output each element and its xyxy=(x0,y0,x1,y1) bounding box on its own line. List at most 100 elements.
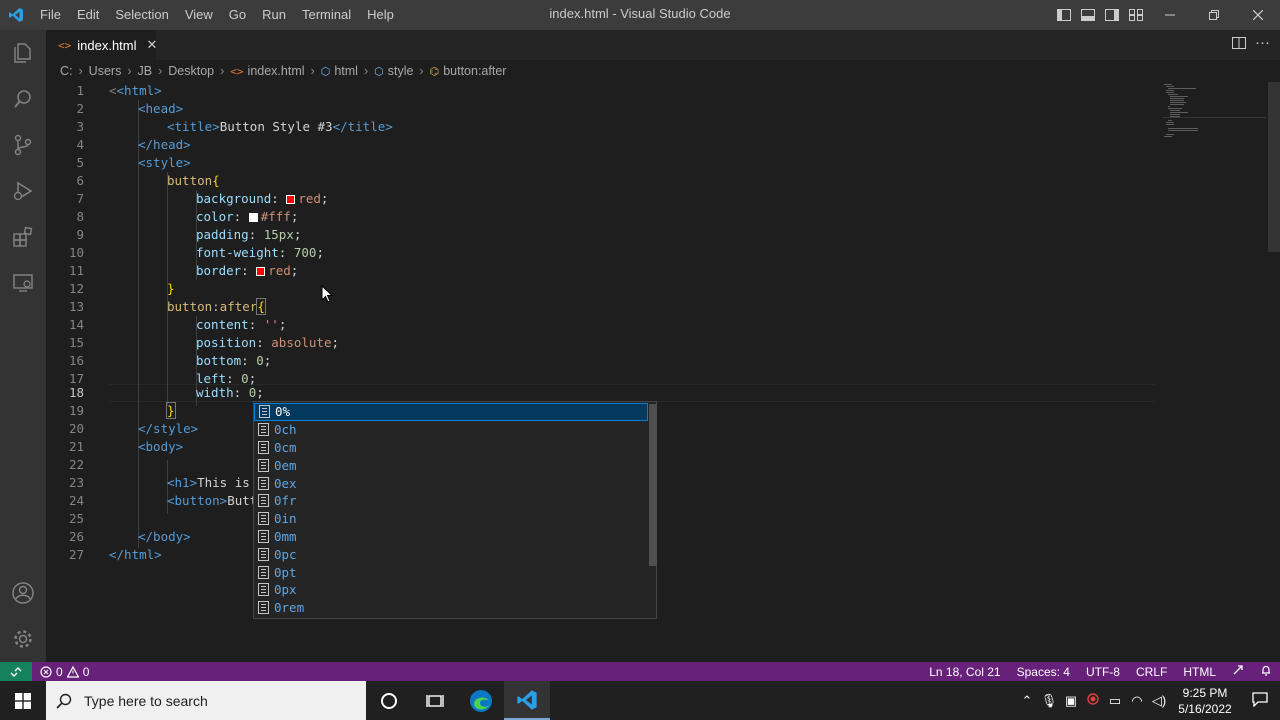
cursor-position[interactable]: Ln 18, Col 21 xyxy=(921,665,1008,679)
taskbar-clock[interactable]: 9:25 PM 5/16/2022 xyxy=(1170,685,1240,717)
suggestion-item[interactable]: 0px xyxy=(254,581,648,599)
suggestion-item[interactable]: 0pc xyxy=(254,545,648,563)
title-bar: File Edit Selection View Go Run Terminal… xyxy=(0,0,1280,30)
code-token: </html> xyxy=(109,547,162,562)
unit-icon xyxy=(258,494,269,508)
unit-icon xyxy=(258,583,269,597)
manage-gear-icon[interactable] xyxy=(0,616,46,662)
split-editor-icon[interactable] xyxy=(1232,37,1246,52)
vscode-taskbar-icon[interactable] xyxy=(504,681,550,720)
code-line: 6 button{ xyxy=(46,172,1156,190)
windows-start-icon[interactable] xyxy=(0,681,46,720)
tab-label: index.html xyxy=(77,37,137,53)
menu-selection[interactable]: Selection xyxy=(107,0,176,30)
suggestion-item[interactable]: 0pt xyxy=(254,563,648,581)
line-number: 26 xyxy=(68,529,84,544)
action-center-icon[interactable] xyxy=(1240,691,1280,710)
menu-edit[interactable]: Edit xyxy=(69,0,107,30)
toggle-secondary-sidebar-icon[interactable] xyxy=(1100,0,1124,30)
indentation[interactable]: Spaces: 4 xyxy=(1009,665,1078,679)
tab-index-html[interactable]: <> index.html ✕ xyxy=(46,30,158,60)
code-line: 3 <title>Button Style #3</title> xyxy=(46,118,1156,136)
breadcrumb-desktop[interactable]: Desktop xyxy=(168,64,214,78)
suggestion-item[interactable]: 0ex xyxy=(254,474,648,492)
battery-icon[interactable]: ▭ xyxy=(1104,693,1126,709)
extensions-icon[interactable] xyxy=(0,214,46,260)
minimize-icon[interactable] xyxy=(1148,0,1192,30)
microphone-icon[interactable]: 🎙 xyxy=(1038,693,1060,709)
code-editor[interactable]: 1 <<html> 2 <head> 3 <title>Button Style #3… xyxy=(46,82,1280,662)
code-token: width xyxy=(196,385,234,400)
line-number: 16 xyxy=(68,353,84,368)
suggestion-item[interactable]: 0cm xyxy=(254,439,648,457)
warning-icon xyxy=(66,665,79,678)
breadcrumb-drive[interactable]: C: xyxy=(60,64,73,78)
breadcrumb-selector[interactable]: button:after xyxy=(443,64,506,78)
cortana-icon[interactable] xyxy=(366,681,412,720)
unit-icon xyxy=(258,565,269,579)
explorer-icon[interactable] xyxy=(0,30,46,76)
code-line: 16 bottom: 0; xyxy=(46,352,1156,370)
line-number: 22 xyxy=(68,457,84,472)
encoding[interactable]: UTF-8 xyxy=(1078,665,1128,679)
tab-close-icon[interactable]: ✕ xyxy=(147,37,158,53)
symbol-element-icon: ⬡ xyxy=(320,64,331,78)
record-icon[interactable] xyxy=(1082,693,1104,708)
suggestion-item[interactable]: 0in xyxy=(254,510,648,528)
show-hidden-icons-chevron-icon[interactable]: ⌃ xyxy=(1016,693,1038,709)
edge-browser-icon[interactable] xyxy=(458,681,504,720)
color-swatch[interactable] xyxy=(248,213,258,222)
line-number: 13 xyxy=(68,299,84,314)
problems-indicator[interactable]: 0 0 xyxy=(40,665,89,679)
suggestion-item[interactable]: 0% xyxy=(254,403,648,421)
scrollbar-thumb[interactable] xyxy=(1268,82,1280,252)
search-icon[interactable] xyxy=(0,76,46,122)
toggle-panel-icon[interactable] xyxy=(1076,0,1100,30)
language-mode[interactable]: HTML xyxy=(1175,665,1224,679)
code-line: 10 font-weight: 700; xyxy=(46,244,1156,262)
code-token: absolute xyxy=(271,335,332,350)
suggestion-item[interactable]: 0fr xyxy=(254,492,648,510)
restore-icon[interactable] xyxy=(1192,0,1236,30)
code-text: <body> xyxy=(138,438,183,456)
menu-go[interactable]: Go xyxy=(221,0,254,30)
remote-explorer-icon[interactable] xyxy=(0,260,46,306)
suggestion-item[interactable]: 0em xyxy=(254,456,648,474)
editor-scrollbar[interactable] xyxy=(1267,82,1280,662)
color-swatch[interactable] xyxy=(256,267,266,276)
breadcrumb-style[interactable]: style xyxy=(388,64,414,78)
accounts-icon[interactable] xyxy=(0,570,46,616)
feedback-icon[interactable] xyxy=(1224,664,1252,679)
breadcrumb-jb[interactable]: JB xyxy=(138,64,153,78)
color-swatch[interactable] xyxy=(286,195,296,204)
menu-help[interactable]: Help xyxy=(359,0,402,30)
run-debug-icon[interactable] xyxy=(0,168,46,214)
notifications-bell-icon[interactable] xyxy=(1252,664,1280,679)
wifi-icon[interactable]: ◠ xyxy=(1126,693,1148,709)
menu-view[interactable]: View xyxy=(177,0,221,30)
more-actions-icon[interactable]: ··· xyxy=(1255,34,1270,51)
breadcrumb-file[interactable]: index.html xyxy=(248,64,305,78)
volume-icon[interactable]: ◁) xyxy=(1148,693,1170,709)
line-number: 18 xyxy=(68,385,84,400)
toggle-primary-sidebar-icon[interactable] xyxy=(1052,0,1076,30)
source-control-icon[interactable] xyxy=(0,122,46,168)
menu-run[interactable]: Run xyxy=(254,0,294,30)
screen-capture-icon[interactable]: ▣ xyxy=(1060,693,1082,709)
suggestion-scrollbar[interactable] xyxy=(649,404,657,566)
task-view-icon[interactable] xyxy=(412,681,458,720)
suggestion-item[interactable]: 0ch xyxy=(254,421,648,439)
remote-indicator-icon[interactable] xyxy=(0,662,32,681)
menu-terminal[interactable]: Terminal xyxy=(294,0,359,30)
unit-icon xyxy=(258,423,269,437)
taskbar-search-box[interactable]: Type here to search xyxy=(46,681,366,720)
breadcrumb-html[interactable]: html xyxy=(334,64,358,78)
close-window-icon[interactable] xyxy=(1236,0,1280,30)
breadcrumb-users[interactable]: Users xyxy=(89,64,122,78)
customize-layout-icon[interactable] xyxy=(1124,0,1148,30)
suggestion-item[interactable]: 0mm xyxy=(254,528,648,546)
suggestion-item[interactable]: 0rem xyxy=(254,599,648,617)
end-of-line[interactable]: CRLF xyxy=(1128,665,1175,679)
minimap[interactable] xyxy=(1162,82,1266,142)
menu-file[interactable]: File xyxy=(32,0,69,30)
